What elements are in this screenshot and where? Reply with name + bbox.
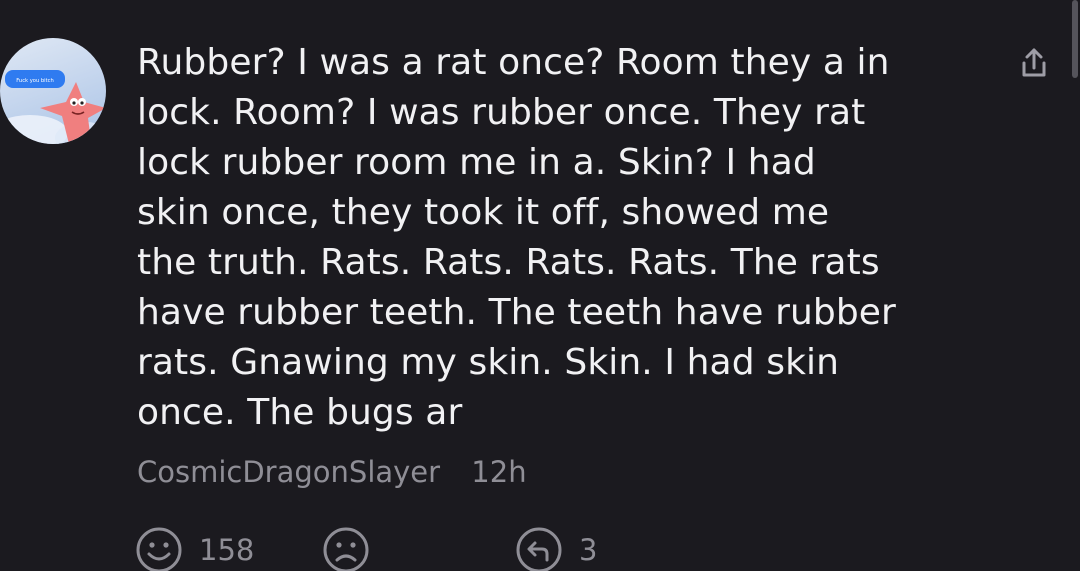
comment-line: lock. Room? I was rubber once. They rat [137, 92, 866, 133]
smiley-face-icon [136, 527, 182, 571]
sad-face-icon [323, 527, 369, 571]
comment-line: lock rubber room me in a. Skin? I had [137, 142, 816, 183]
comment-line: skin once, they took it off, showed me [137, 192, 830, 233]
share-button[interactable] [1016, 45, 1052, 81]
speech-bubble-text: Fuck you bitch [16, 78, 54, 84]
comment-meta: CosmicDragonSlayer 12h [137, 455, 527, 489]
comment-actions: 158 3 [0, 525, 1080, 571]
comment: Fuck you bitch Rubber? I was a rat once?… [0, 0, 1080, 571]
comment-line: have rubber teeth. The teeth have rubber [137, 292, 896, 333]
scrollbar[interactable] [1072, 0, 1078, 78]
avatar[interactable]: Fuck you bitch [0, 38, 106, 144]
like-count: 158 [199, 533, 255, 567]
author-name[interactable]: CosmicDragonSlayer [137, 455, 440, 489]
avatar-image: Fuck you bitch [0, 70, 106, 144]
reply-icon [516, 527, 562, 571]
like-button[interactable]: 158 [135, 525, 254, 571]
share-icon [1022, 48, 1046, 77]
reply-button[interactable]: 3 [515, 525, 597, 571]
dislike-button[interactable] [322, 525, 370, 571]
comment-line: Rubber? I was a rat once? Room they a in [137, 42, 890, 83]
comment-line: the truth. Rats. Rats. Rats. Rats. The r… [137, 242, 880, 283]
timestamp: 12h [471, 455, 527, 489]
comment-line: once. The bugs ar [137, 392, 463, 433]
reply-count: 3 [579, 533, 598, 567]
comment-line: rats. Gnawing my skin. Skin. I had skin [137, 342, 840, 383]
comment-body: Rubber? I was a rat once? Room they a in… [137, 38, 967, 438]
